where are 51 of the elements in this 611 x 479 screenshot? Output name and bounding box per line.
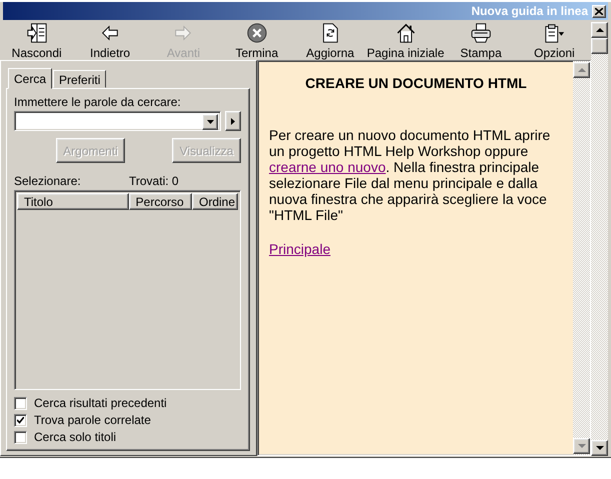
scrollbar[interactable] [573, 61, 590, 455]
checkbox[interactable] [14, 396, 27, 410]
toolbar-button[interactable]: Pagina iniziale [366, 20, 444, 60]
tab[interactable]: Preferiti [53, 70, 106, 88]
toolbar-button[interactable]: Aggiorna [294, 20, 367, 60]
checkbox[interactable] [14, 414, 27, 426]
printer-icon [470, 22, 492, 44]
found-count: Trovati: 0 [129, 174, 179, 188]
down-arrow-icon [596, 446, 604, 450]
home-link[interactable]: Principale [269, 241, 330, 257]
stop-icon [246, 22, 268, 44]
column-header[interactable]: Percorso [128, 193, 192, 210]
arrow-button[interactable] [225, 111, 241, 131]
check-icon [17, 416, 24, 424]
scroll-down-button[interactable] [573, 438, 590, 454]
close-icon [595, 8, 603, 14]
right-arrow-icon [231, 118, 235, 124]
select-label: Selezionare: [14, 174, 82, 188]
page-heading: CREARE UN DOCUMENTO HTML [304, 75, 528, 91]
scrollbar[interactable] [591, 22, 608, 456]
caret-icon [206, 120, 214, 124]
results-list[interactable]: Titolo Percorso Ordine [14, 190, 241, 390]
up-arrow-icon [578, 68, 586, 72]
scroll-up-button[interactable] [573, 62, 590, 78]
toolbar-button[interactable]: Nascondi [0, 20, 74, 60]
window-title: Nuova guida in linea [471, 4, 588, 18]
checkbox-label: Cerca solo titoli [34, 430, 116, 444]
scroll-down-button[interactable] [591, 440, 608, 456]
search-field[interactable] [14, 111, 221, 131]
toolbar-button[interactable]: Stampa [444, 20, 518, 60]
search-label: Immettere le parole da cercare: [14, 95, 182, 109]
home-icon [394, 22, 417, 44]
down-arrow-icon [578, 444, 586, 448]
dropdown-button[interactable] [202, 114, 218, 130]
checkbox-label: Trova parole correlate [34, 413, 151, 427]
body-paragraph: Per creare un nuovo documento HTML aprire un progetto HTML Help Workshop oppure crearne uno nuovo. Nella finestra principale selezionare File dal menu principale e dalla nuova finestra che apparirà scegliere la voce "HTML File" [269, 127, 552, 223]
toolbar-button[interactable]: Termina [220, 20, 294, 60]
options-clipboard-icon [543, 22, 566, 44]
tab[interactable]: Cerca [8, 68, 52, 89]
toolbar-button[interactable]: Opzioni [518, 20, 592, 60]
toolbar-button[interactable]: Indietro [73, 20, 147, 60]
checkbox-label: Cerca risultati precedenti [34, 396, 167, 410]
create-new-link[interactable]: crearne uno nuovo [269, 159, 386, 175]
scroll-thumb[interactable] [591, 38, 608, 54]
checkbox[interactable] [14, 430, 27, 444]
column-header[interactable]: Ordine [192, 193, 238, 210]
up-arrow-icon [596, 28, 604, 32]
hide-pane-icon [26, 22, 48, 44]
close-button[interactable] [592, 4, 606, 18]
scroll-up-button[interactable] [591, 22, 608, 38]
column-header[interactable]: Titolo [17, 193, 129, 210]
